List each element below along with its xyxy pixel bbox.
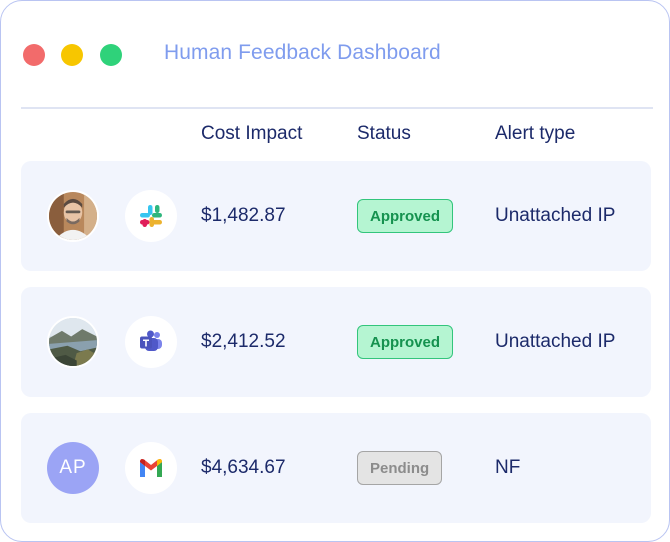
app-icon [125, 442, 177, 494]
status-badge: Approved [357, 199, 454, 233]
table-header: Cost Impact Status Alert type [1, 123, 669, 151]
teams-icon [140, 330, 162, 351]
app-icon [125, 190, 177, 242]
status-badge: Approved [357, 325, 454, 359]
slack-icon [140, 205, 162, 227]
app-icon [125, 316, 177, 368]
alert-type-value: Unattached IP [495, 205, 616, 226]
window-title: Human Feedback Dashboard [164, 41, 441, 64]
column-header-alert: Alert type [495, 123, 576, 144]
status-badge: Pending [357, 451, 443, 485]
table-row[interactable]: $2,412.52 Approved Unattached IP [21, 287, 651, 397]
maximize-window-button[interactable] [100, 44, 122, 66]
alert-type-value: NF [495, 457, 521, 478]
cost-impact-value: $1,482.87 [201, 205, 286, 226]
cost-impact-value: $4,634.67 [201, 457, 286, 478]
landscape-photo-icon [49, 318, 97, 366]
table-row[interactable]: $1,482.87 Approved Unattached IP [21, 161, 651, 271]
column-header-cost: Cost Impact [201, 123, 303, 144]
column-header-status: Status [357, 123, 411, 144]
alert-type-value: Unattached IP [495, 331, 616, 352]
minimize-window-button[interactable] [61, 44, 83, 66]
dashboard-window: Human Feedback Dashboard Cost Impact Sta… [0, 0, 670, 542]
avatar-initials: AP [47, 442, 99, 494]
person-photo-icon [49, 192, 97, 240]
close-window-button[interactable] [23, 44, 45, 66]
title-bar: Human Feedback Dashboard [1, 1, 669, 109]
table-row[interactable]: AP $4,634.67 Pending NF [21, 413, 651, 523]
avatar [47, 316, 99, 368]
header-divider [21, 107, 653, 109]
cost-impact-value: $2,412.52 [201, 331, 286, 352]
avatar [47, 190, 99, 242]
gmail-icon [140, 459, 162, 477]
